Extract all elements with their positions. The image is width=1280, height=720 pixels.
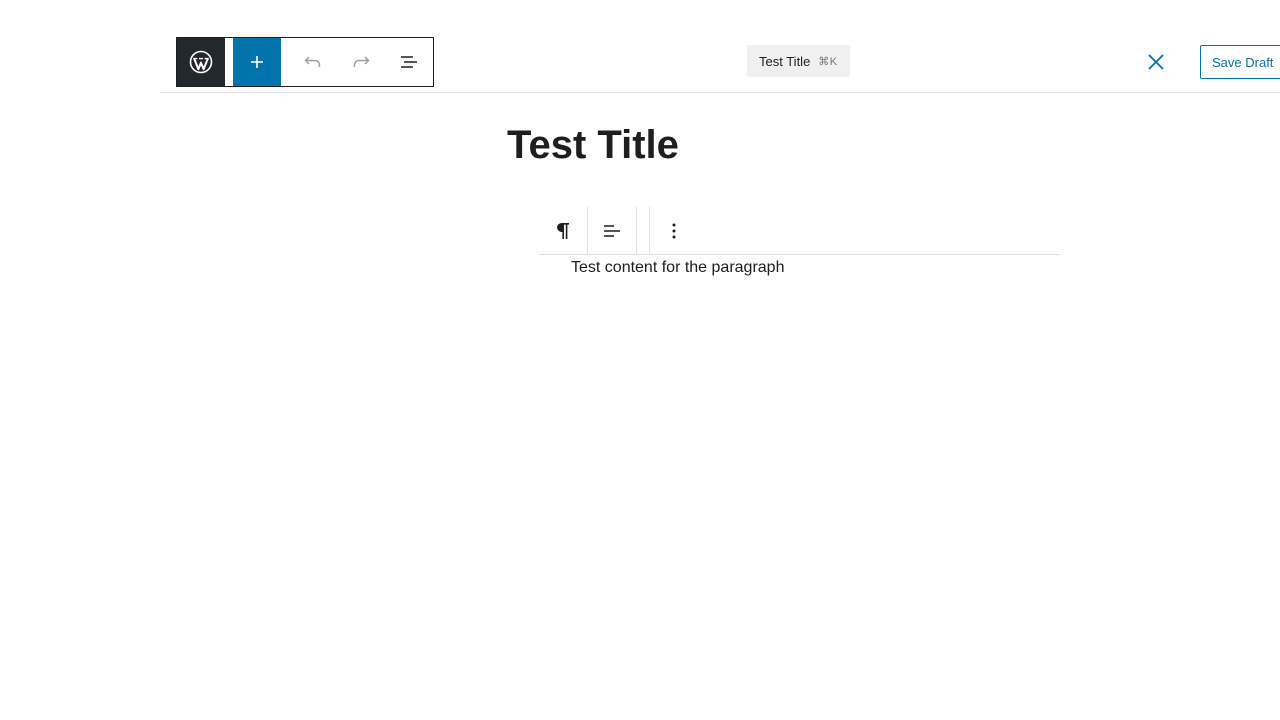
block-type-button[interactable] bbox=[539, 207, 587, 254]
align-button[interactable] bbox=[588, 207, 636, 254]
plus-icon bbox=[251, 56, 263, 68]
wordpress-icon bbox=[189, 50, 213, 74]
save-draft-button[interactable]: Save Draft bbox=[1200, 45, 1280, 79]
editor-header: Test Title ⌘K Save Draft bbox=[160, 0, 1280, 93]
close-button[interactable] bbox=[1138, 44, 1174, 80]
undo-button[interactable] bbox=[289, 38, 337, 86]
align-left-icon bbox=[604, 224, 620, 237]
document-title: Test Title bbox=[759, 53, 811, 69]
block-editor: Test Title ⌘K Save Draft Test Title Test… bbox=[0, 0, 1280, 720]
redo-button[interactable] bbox=[337, 38, 385, 86]
more-vertical-icon bbox=[672, 223, 676, 238]
document-overview-icon bbox=[401, 56, 417, 68]
add-block-button[interactable] bbox=[233, 38, 281, 86]
command-palette-button[interactable]: Test Title ⌘K bbox=[747, 45, 850, 77]
redo-icon bbox=[353, 56, 370, 67]
pilcrow-icon bbox=[557, 222, 569, 239]
document-overview-button[interactable] bbox=[385, 38, 433, 86]
wordpress-logo-button[interactable] bbox=[177, 38, 225, 86]
block-toolbar bbox=[539, 207, 1060, 255]
more-options-button[interactable] bbox=[650, 207, 698, 254]
editor-toolbar bbox=[176, 37, 434, 87]
undo-icon bbox=[304, 56, 321, 67]
post-title[interactable]: Test Title bbox=[507, 120, 679, 170]
close-icon bbox=[1148, 54, 1164, 70]
paragraph-block[interactable]: Test content for the paragraph bbox=[571, 257, 784, 279]
toolbar-divider bbox=[636, 207, 637, 254]
keyboard-shortcut: ⌘K bbox=[818, 55, 838, 68]
